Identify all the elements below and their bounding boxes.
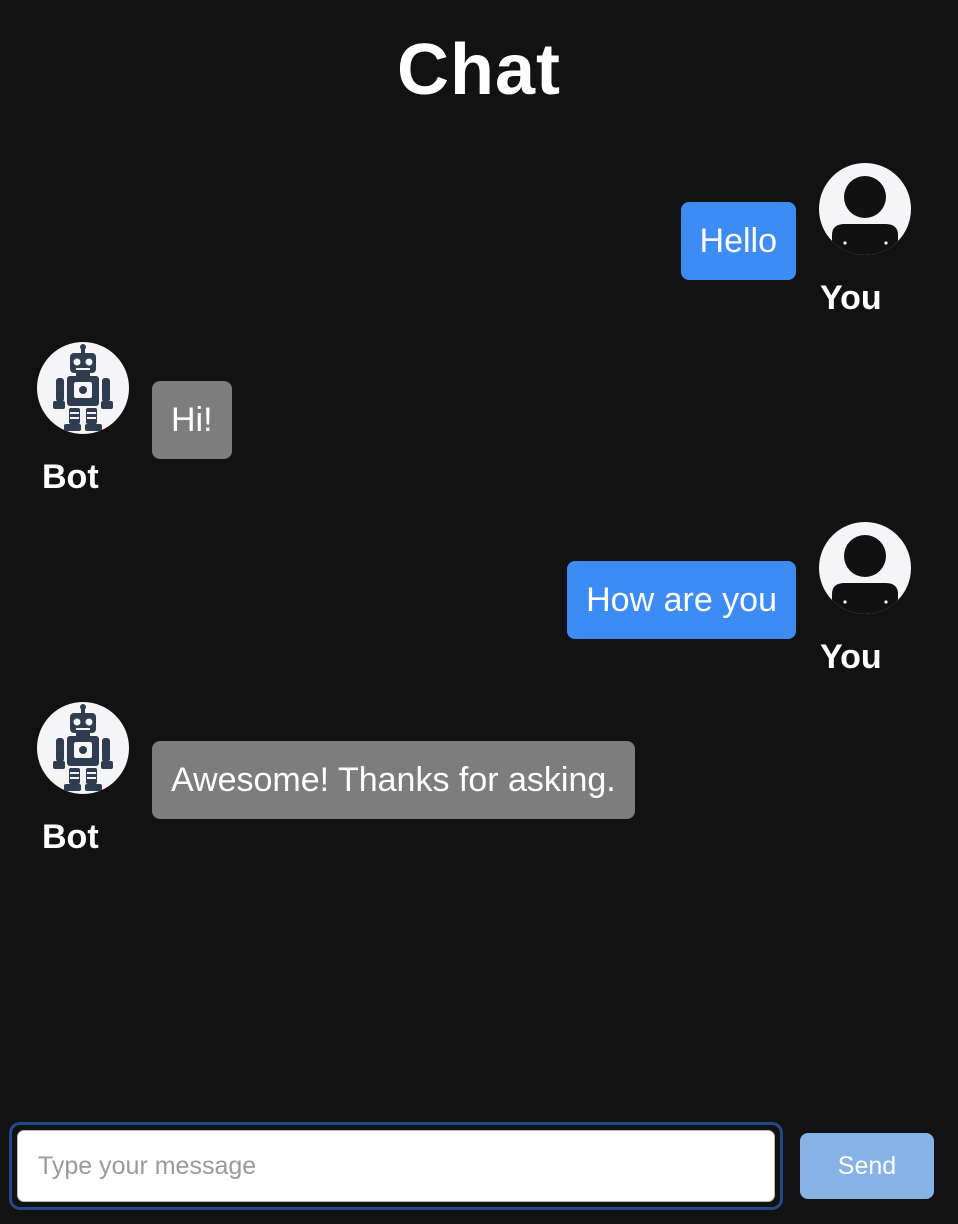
sender-label: You	[820, 279, 882, 317]
message-input[interactable]	[17, 1130, 775, 1202]
bot-message-bubble: Awesome! Thanks for asking.	[152, 741, 635, 819]
message-input-focus-ring	[9, 1122, 783, 1210]
user-message-bubble: Hello	[680, 202, 796, 280]
chat-app: Chat Hello You Bot Hi! How are you You B…	[0, 0, 958, 1224]
robot-avatar-icon	[37, 702, 129, 794]
page-title: Chat	[397, 30, 561, 110]
sender-label: You	[820, 638, 882, 676]
bot-message-bubble: Hi!	[152, 381, 232, 459]
sender-label: Bot	[42, 458, 99, 496]
robot-avatar-icon	[37, 342, 129, 434]
user-avatar-icon	[819, 163, 911, 255]
sender-label: Bot	[42, 818, 99, 856]
user-avatar-icon	[819, 522, 911, 614]
user-message-bubble: How are you	[567, 561, 796, 639]
send-button[interactable]: Send	[800, 1133, 934, 1199]
